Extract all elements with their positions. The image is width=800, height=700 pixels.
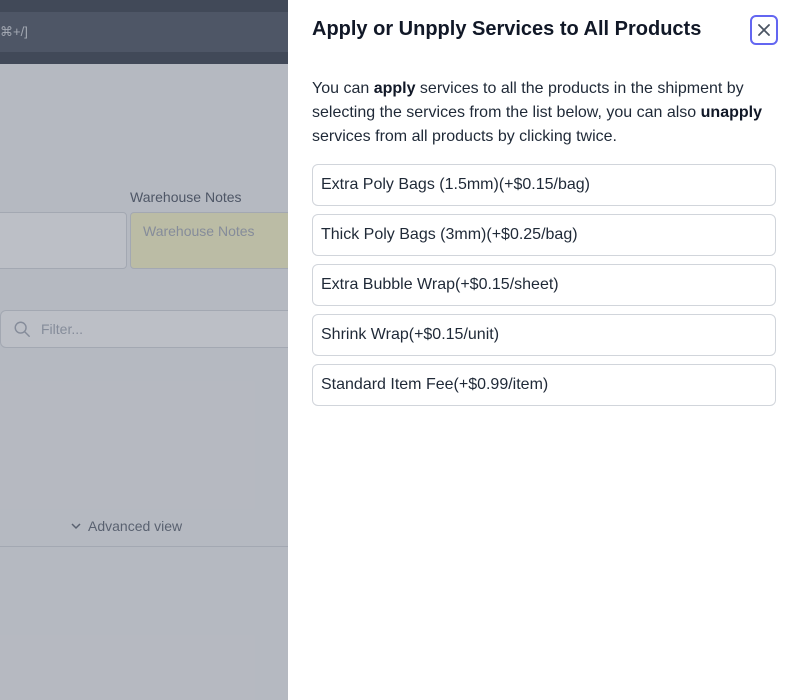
service-item[interactable]: Shrink Wrap(+$0.15/unit) — [312, 314, 776, 356]
services-side-panel: Apply or Unpply Services to All Products… — [288, 0, 800, 700]
service-list: Extra Poly Bags (1.5mm)(+$0.15/bag) Thic… — [312, 164, 776, 414]
service-label: Extra Bubble Wrap(+$0.15/sheet) — [321, 276, 559, 293]
desc-apply-keyword: apply — [373, 80, 416, 97]
close-icon — [758, 24, 770, 36]
service-label: Extra Poly Bags (1.5mm)(+$0.15/bag) — [321, 176, 591, 193]
panel-description: You can apply services to all the produc… — [312, 77, 778, 149]
close-button[interactable] — [750, 15, 778, 45]
service-label: Thick Poly Bags (3mm)(+$0.25/bag) — [321, 226, 578, 243]
service-label: Shrink Wrap(+$0.15/unit) — [321, 326, 500, 343]
service-item[interactable]: Thick Poly Bags (3mm)(+$0.25/bag) — [312, 214, 776, 256]
desc-unapply-keyword: unapply — [700, 104, 762, 121]
desc-part3: services from all products by clicking t… — [312, 128, 617, 145]
service-item[interactable]: Standard Item Fee(+$0.99/item) — [312, 364, 776, 406]
panel-title: Apply or Unpply Services to All Products — [312, 18, 702, 40]
service-label: Standard Item Fee(+$0.99/item) — [321, 376, 549, 393]
service-item[interactable]: Extra Bubble Wrap(+$0.15/sheet) — [312, 264, 776, 306]
desc-part1: You can — [312, 80, 374, 97]
service-item[interactable]: Extra Poly Bags (1.5mm)(+$0.15/bag) — [312, 164, 776, 206]
